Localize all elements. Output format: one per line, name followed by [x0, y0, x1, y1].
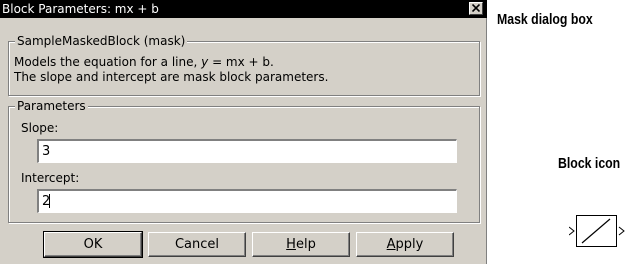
- intercept-label: Intercept:: [21, 171, 80, 185]
- mask-description-legend: SampleMaskedBlock (mask): [15, 33, 188, 49]
- help-button[interactable]: Help: [252, 232, 350, 257]
- intercept-input[interactable]: [36, 188, 458, 214]
- text-cursor: [49, 194, 50, 208]
- cancel-button[interactable]: Cancel: [148, 232, 246, 257]
- help-button-label: elp: [295, 237, 316, 252]
- description-line-2: The slope and intercept are mask block p…: [14, 70, 329, 84]
- apply-button-label: pply: [395, 237, 424, 252]
- line-block-icon: [569, 215, 625, 247]
- title-bar[interactable]: Block Parameters: mx + b: [0, 0, 487, 18]
- slope-input[interactable]: [36, 138, 458, 164]
- description-line-1-text: Models the equation for a line,: [14, 55, 202, 69]
- ok-button-label: OK: [83, 237, 103, 252]
- mask-description-group: SampleMaskedBlock (mask) Models the equa…: [8, 33, 480, 96]
- slope-label: Slope:: [21, 121, 59, 135]
- block-parameters-dialog: Block Parameters: mx + b SampleMaskedBlo…: [0, 0, 487, 264]
- apply-button[interactable]: Apply: [356, 232, 454, 257]
- parameters-legend: Parameters: [15, 98, 88, 114]
- parameters-group: Parameters Slope: Intercept:: [8, 98, 480, 223]
- help-mnemonic: H: [286, 237, 296, 252]
- apply-mnemonic: A: [386, 237, 396, 252]
- equation-rest: = mx + b.: [208, 55, 274, 69]
- description-line-1: Models the equation for a line, y = mx +…: [14, 55, 274, 70]
- close-icon: [472, 4, 480, 12]
- cancel-button-label: Cancel: [174, 237, 220, 252]
- ok-button[interactable]: OK: [43, 231, 143, 258]
- block-icon-annotation: Block icon: [558, 155, 621, 172]
- dialog-title: Block Parameters: mx + b: [2, 2, 159, 16]
- mask-dialog-annotation: Mask dialog box: [497, 11, 593, 28]
- close-button[interactable]: [469, 2, 483, 15]
